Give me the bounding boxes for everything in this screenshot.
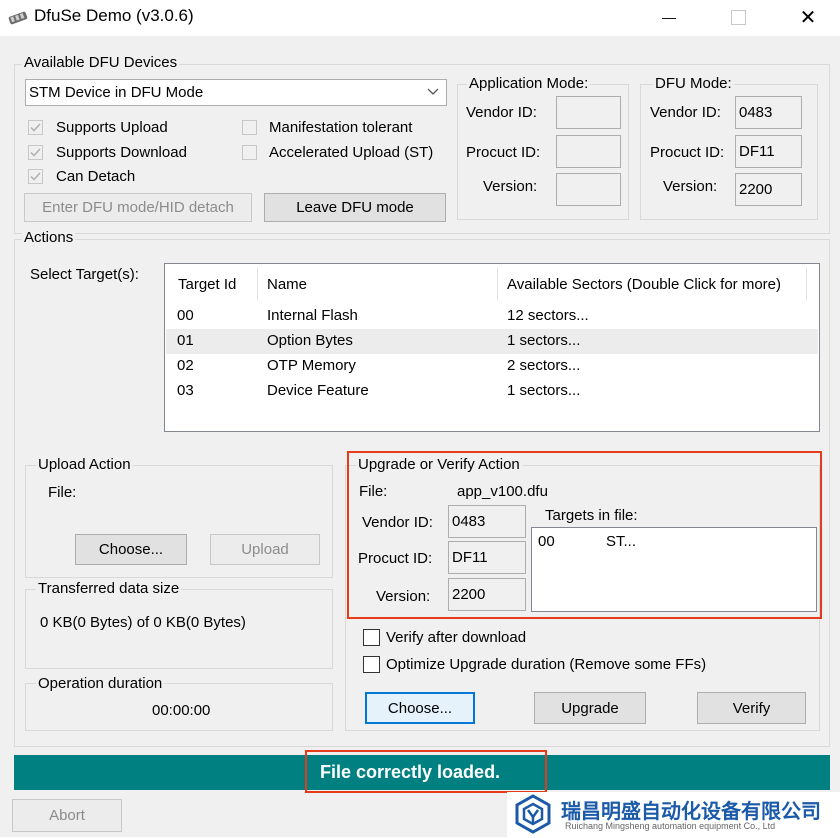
upload-button[interactable]: Upload <box>210 534 320 565</box>
manifestation-tolerant-checkbox[interactable] <box>242 120 257 135</box>
operation-duration-label: Operation duration <box>36 675 165 692</box>
enter-dfu-mode-button[interactable]: Enter DFU mode/HID detach <box>24 193 252 222</box>
upload-file-label: File: <box>48 484 77 501</box>
upgrade-button[interactable]: Upgrade <box>534 692 646 724</box>
leave-dfu-mode-button[interactable]: Leave DFU mode <box>264 193 446 222</box>
dfu-version-field: 2200 <box>735 173 802 206</box>
supports-upload-label: Supports Upload <box>56 119 168 136</box>
window-title: DfuSe Demo (v3.0.6) <box>34 6 194 25</box>
verify-after-download-label: Verify after download <box>386 629 527 646</box>
target-id-cell: 00 <box>177 307 194 324</box>
app-product-id-label: Procuct ID: <box>466 144 541 161</box>
target-sectors-cell: 1 sectors... <box>507 382 581 399</box>
available-dfu-devices-label: Available DFU Devices <box>22 54 180 71</box>
target-name-cell: Option Bytes <box>267 332 353 349</box>
upload-choose-button[interactable]: Choose... <box>75 534 187 565</box>
upload-action-label: Upload Action <box>36 456 133 473</box>
application-mode-label: Application Mode: <box>467 75 591 92</box>
highlight-box <box>347 451 822 619</box>
transferred-data-label: Transferred data size <box>36 580 182 597</box>
column-header-sectors[interactable]: Available Sectors (Double Click for more… <box>507 276 781 293</box>
check-icon <box>30 123 41 132</box>
app-icon <box>8 9 30 25</box>
table-row[interactable]: 00 Internal Flash 12 sectors... <box>166 304 818 329</box>
column-divider <box>806 267 807 301</box>
actions-label: Actions <box>22 229 76 246</box>
can-detach-checkbox[interactable] <box>28 169 43 184</box>
target-id-cell: 03 <box>177 382 194 399</box>
close-icon: ✕ <box>799 6 817 29</box>
table-row[interactable]: 03 Device Feature 1 sectors... <box>166 379 818 404</box>
target-name-cell: Device Feature <box>267 382 369 399</box>
status-highlight-box <box>305 750 547 793</box>
verify-button[interactable]: Verify <box>697 692 806 724</box>
supports-download-label: Supports Download <box>56 144 187 161</box>
dfu-mode-label: DFU Mode: <box>653 75 734 92</box>
column-header-name[interactable]: Name <box>267 276 307 293</box>
table-row[interactable]: 02 OTP Memory 2 sectors... <box>166 354 818 379</box>
select-target-label: Select Target(s): <box>30 266 139 283</box>
transferred-data-value: 0 KB(0 Bytes) of 0 KB(0 Bytes) <box>40 614 246 631</box>
target-sectors-cell: 1 sectors... <box>507 332 581 349</box>
accelerated-upload-label: Accelerated Upload (ST) <box>269 144 434 161</box>
can-detach-label: Can Detach <box>56 168 136 185</box>
verify-after-download-checkbox[interactable] <box>363 629 380 646</box>
app-vendor-id-field <box>556 96 621 129</box>
device-select[interactable]: STM Device in DFU Mode <box>25 79 447 106</box>
target-id-cell: 01 <box>177 332 194 349</box>
dfu-product-id-label: Procuct ID: <box>650 144 725 161</box>
column-divider <box>257 267 258 301</box>
manifestation-tolerant-label: Manifestation tolerant <box>269 119 413 136</box>
dfu-vendor-id-label: Vendor ID: <box>650 104 721 121</box>
target-list-header: Target Id Name Available Sectors (Double… <box>166 265 818 303</box>
minimize-icon: — <box>662 9 676 25</box>
operation-duration-value: 00:00:00 <box>152 702 211 719</box>
dfu-vendor-id-field: 0483 <box>735 96 802 129</box>
chevron-down-icon <box>427 84 439 102</box>
upgrade-choose-button[interactable]: Choose... <box>365 692 475 724</box>
maximize-icon <box>730 9 746 25</box>
accelerated-upload-checkbox[interactable] <box>242 145 257 160</box>
target-name-cell: OTP Memory <box>267 357 356 374</box>
watermark: 瑞昌明盛自动化设备有限公司 Ruichang Mingsheng automat… <box>507 792 840 837</box>
column-header-target-id[interactable]: Target Id <box>178 276 236 293</box>
check-icon <box>30 172 41 181</box>
target-name-cell: Internal Flash <box>267 307 358 324</box>
company-name-en: Ruichang Mingsheng automation equipment … <box>565 821 776 831</box>
close-button[interactable]: ✕ <box>785 0 831 34</box>
app-version-label: Version: <box>483 178 538 195</box>
app-vendor-id-label: Vendor ID: <box>466 104 537 121</box>
app-product-id-field <box>556 135 621 168</box>
device-select-value: STM Device in DFU Mode <box>29 84 204 101</box>
supports-download-checkbox[interactable] <box>28 145 43 160</box>
app-version-field <box>556 173 621 206</box>
optimize-upgrade-label: Optimize Upgrade duration (Remove some F… <box>386 656 707 673</box>
optimize-upgrade-checkbox[interactable] <box>363 656 380 673</box>
maximize-button[interactable] <box>715 0 761 34</box>
dfu-product-id-field: DF11 <box>735 135 802 168</box>
target-list[interactable]: Target Id Name Available Sectors (Double… <box>164 263 820 432</box>
target-id-cell: 02 <box>177 357 194 374</box>
supports-upload-checkbox[interactable] <box>28 120 43 135</box>
company-name-zh: 瑞昌明盛自动化设备有限公司 <box>561 799 821 823</box>
target-sectors-cell: 12 sectors... <box>507 307 589 324</box>
table-row[interactable]: 01 Option Bytes 1 sectors... <box>166 329 818 354</box>
company-logo-icon <box>513 794 553 834</box>
minimize-button[interactable]: — <box>646 0 692 34</box>
title-bar[interactable]: DfuSe Demo (v3.0.6) — ✕ <box>0 0 840 36</box>
abort-button[interactable]: Abort <box>12 799 122 832</box>
target-sectors-cell: 2 sectors... <box>507 357 581 374</box>
dfu-version-label: Version: <box>663 178 718 195</box>
check-icon <box>30 148 41 157</box>
column-divider <box>497 267 498 301</box>
